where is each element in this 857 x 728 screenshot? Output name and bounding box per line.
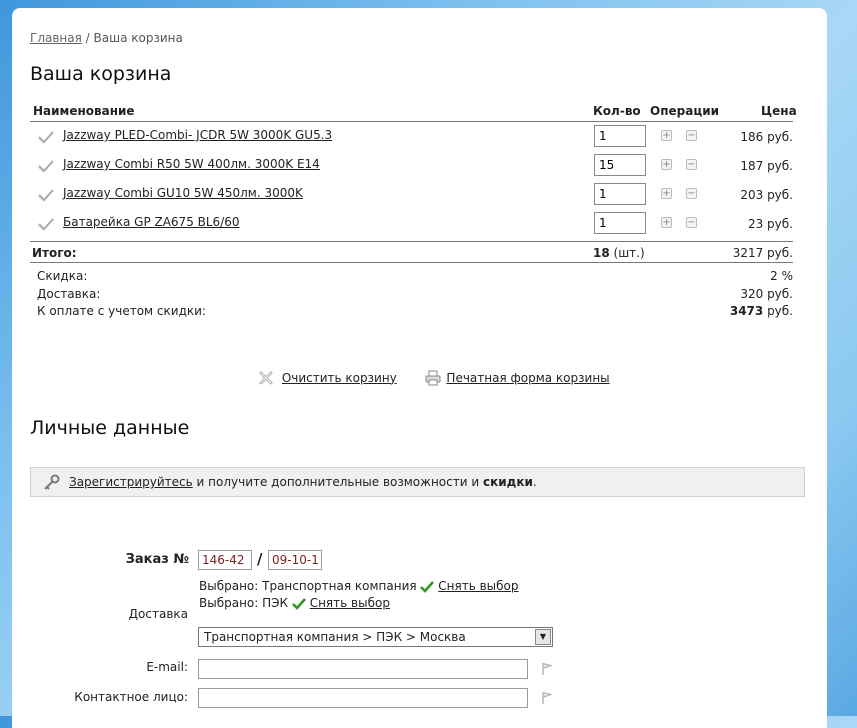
total-qty: 18 (шт.) bbox=[593, 246, 645, 260]
breadcrumb-current: Ваша корзина bbox=[93, 31, 183, 45]
unselect-transport-link[interactable]: Снять выбор bbox=[438, 579, 518, 593]
item-check-icon bbox=[37, 160, 54, 173]
order-number-field bbox=[198, 550, 252, 570]
total-qty-value: 18 bbox=[593, 246, 610, 260]
dropdown-arrow-icon[interactable]: ▼ bbox=[535, 629, 551, 645]
decrease-qty-icon[interactable]: − bbox=[686, 159, 697, 170]
delivery-cost-value: 320 руб. bbox=[740, 287, 793, 301]
item-qty-input[interactable] bbox=[594, 212, 646, 234]
register-notice-text: Зарегистрируйтесь и получите дополнитель… bbox=[69, 475, 537, 489]
email-label: E-mail: bbox=[146, 660, 188, 674]
delivery-cost-label: Доставка: bbox=[37, 287, 101, 301]
item-price: 186 руб. bbox=[740, 130, 793, 144]
discount-label: Скидка: bbox=[37, 269, 88, 283]
pay-amount: 3473 руб. bbox=[730, 304, 793, 318]
content-panel: Главная / Ваша корзина Ваша корзина Наим… bbox=[12, 8, 827, 728]
selected-transport-line: Выбрано: Транспортная компания Снять выб… bbox=[199, 579, 519, 594]
item-price: 23 руб. bbox=[747, 217, 793, 231]
order-separator: / bbox=[257, 550, 263, 568]
item-name-link[interactable]: Jazzway PLED-Combi- JCDR 5W 3000K GU5.3 bbox=[63, 128, 332, 142]
item-check-icon bbox=[37, 131, 54, 144]
increase-qty-icon[interactable]: + bbox=[661, 130, 672, 141]
cart-row: Батарейка GP ZA675 BL6/60 + − 23 руб. bbox=[30, 210, 793, 239]
order-date-field bbox=[268, 550, 322, 570]
breadcrumb: Главная / Ваша корзина bbox=[30, 31, 183, 45]
item-qty-input[interactable] bbox=[594, 183, 646, 205]
item-check-icon bbox=[37, 189, 54, 202]
delivery-label: Доставка bbox=[128, 607, 188, 621]
total-divider-bottom bbox=[30, 262, 793, 263]
cart-row: Jazzway PLED-Combi- JCDR 5W 3000K GU5.3 … bbox=[30, 123, 793, 152]
increase-qty-icon[interactable]: + bbox=[661, 188, 672, 199]
item-check-icon bbox=[37, 218, 54, 231]
flag-icon bbox=[542, 691, 553, 704]
decrease-qty-icon[interactable]: − bbox=[686, 188, 697, 199]
breadcrumb-separator: / bbox=[81, 31, 94, 45]
discount-value: 2 % bbox=[770, 269, 793, 283]
order-label: Заказ № bbox=[125, 552, 189, 567]
item-name-link[interactable]: Jazzway Combi GU10 5W 450лм. 3000K bbox=[63, 186, 303, 200]
item-qty-input[interactable] bbox=[594, 125, 646, 147]
cart-actions: Очистить корзину Печатная форма корзины bbox=[258, 370, 610, 386]
selected-pek-line: Выбрано: ПЭК Снять выбор bbox=[199, 596, 390, 611]
header-divider bbox=[30, 121, 793, 122]
key-icon bbox=[44, 474, 60, 490]
cart-row: Jazzway Combi R50 5W 400лм. 3000K E14 + … bbox=[30, 152, 793, 181]
green-check-icon bbox=[420, 580, 435, 593]
decrease-qty-icon[interactable]: − bbox=[686, 217, 697, 228]
breadcrumb-home-link[interactable]: Главная bbox=[30, 31, 82, 45]
total-row: Итого: 18 (шт.) 3217 руб. bbox=[30, 245, 793, 263]
green-check-icon bbox=[291, 597, 306, 610]
pay-value: 3473 bbox=[729, 304, 764, 318]
total-qty-unit: (шт.) bbox=[609, 246, 645, 260]
pay-unit: руб. bbox=[763, 304, 793, 318]
contact-label: Контактное лицо: bbox=[74, 690, 188, 704]
item-price: 203 руб. bbox=[740, 188, 793, 202]
item-name-link[interactable]: Батарейка GP ZA675 BL6/60 bbox=[63, 215, 240, 229]
selected-transport-text: Выбрано: Транспортная компания bbox=[199, 579, 417, 593]
column-header-ops: Операции bbox=[650, 104, 720, 118]
email-field[interactable] bbox=[198, 659, 528, 679]
personal-data-title: Личные данные bbox=[30, 417, 190, 439]
unselect-pek-link[interactable]: Снять выбор bbox=[310, 596, 390, 610]
column-header-price: Цена bbox=[761, 104, 797, 118]
printer-icon[interactable] bbox=[425, 370, 441, 386]
flag-icon bbox=[542, 662, 553, 675]
notice-end: . bbox=[532, 475, 537, 489]
column-header-qty: Кол-во bbox=[593, 104, 641, 118]
register-link[interactable]: Зарегистрируйтесь bbox=[69, 475, 193, 489]
page-title: Ваша корзина bbox=[30, 63, 172, 85]
total-divider-top bbox=[30, 241, 793, 242]
item-name-link[interactable]: Jazzway Combi R50 5W 400лм. 3000K E14 bbox=[63, 157, 320, 171]
delivery-select-value: Транспортная компания > ПЭК > Москва bbox=[204, 630, 466, 644]
contact-field[interactable] bbox=[198, 688, 528, 708]
notice-text: и получите дополнительные возможности и bbox=[192, 475, 483, 489]
column-header-name: Наименование bbox=[33, 104, 135, 118]
increase-qty-icon[interactable]: + bbox=[661, 159, 672, 170]
clear-cart-link[interactable]: Очистить корзину bbox=[282, 371, 397, 385]
item-qty-input[interactable] bbox=[594, 154, 646, 176]
total-label: Итого: bbox=[32, 246, 77, 260]
total-price: 3217 руб. bbox=[732, 246, 793, 260]
selected-pek-text: Выбрано: ПЭК bbox=[199, 596, 289, 610]
pay-label: К оплате с учетом скидки: bbox=[37, 304, 206, 318]
cart-row: Jazzway Combi GU10 5W 450лм. 3000K + − 2… bbox=[30, 181, 793, 210]
increase-qty-icon[interactable]: + bbox=[661, 217, 672, 228]
item-price: 187 руб. bbox=[740, 159, 793, 173]
notice-bold: скидки bbox=[482, 475, 533, 489]
clear-cart-icon[interactable] bbox=[258, 370, 274, 386]
delivery-select[interactable]: Транспортная компания > ПЭК > Москва ▼ bbox=[198, 627, 553, 647]
decrease-qty-icon[interactable]: − bbox=[686, 130, 697, 141]
print-cart-link[interactable]: Печатная форма корзины bbox=[446, 371, 609, 385]
register-notice: Зарегистрируйтесь и получите дополнитель… bbox=[30, 467, 805, 497]
